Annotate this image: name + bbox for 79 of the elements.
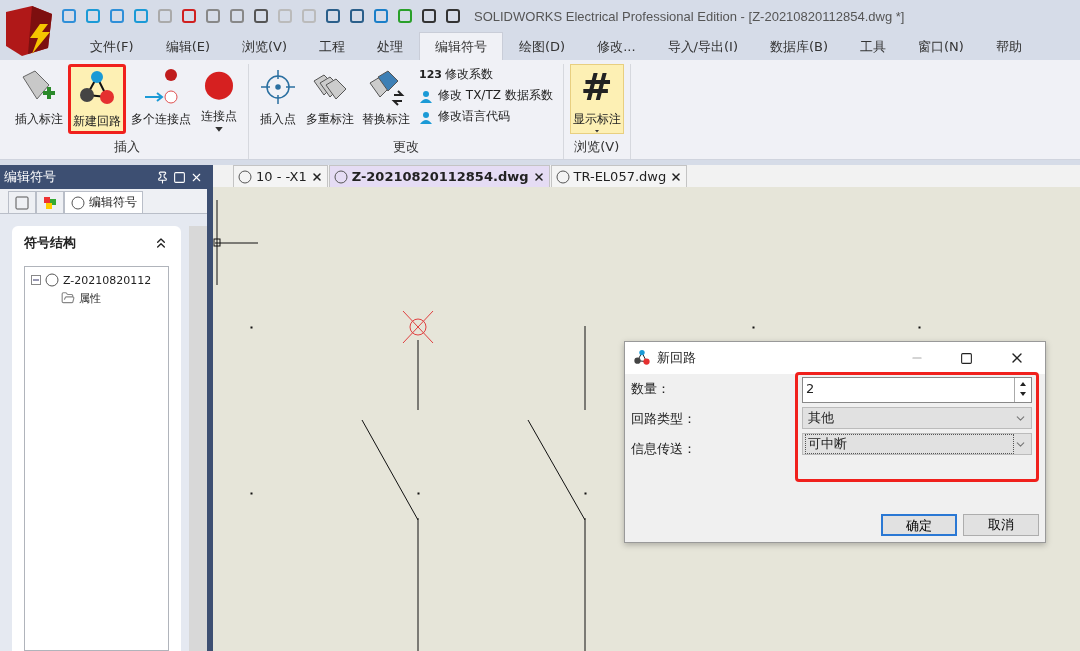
tab-label: TR-EL057.dwg [573, 169, 667, 184]
dialog-button[interactable]: 取消 [963, 514, 1039, 536]
ribbon-tab[interactable]: 浏览(V) [226, 32, 304, 60]
tree-item[interactable]: Z-20210820112 [31, 271, 168, 289]
ribbon-tab[interactable]: 编辑符号 [419, 32, 504, 60]
document-tab[interactable]: Z-20210820112854.dwg [328, 165, 550, 187]
ribbon-small-label: 修改语言代码 [438, 108, 510, 125]
symbol-icon [45, 273, 59, 287]
dialog-button[interactable]: 确定 [881, 514, 957, 536]
close-icon[interactable] [670, 170, 683, 183]
minus-box-icon[interactable] [31, 275, 41, 285]
ribbon-tab[interactable]: 窗口(N) [902, 32, 980, 60]
tab-label: Z-20210820112854.dwg [351, 169, 529, 184]
folder-icon [61, 291, 75, 305]
ribbon-button[interactable]: 替换标注 [359, 64, 413, 134]
layout-icon [14, 194, 30, 211]
close-icon[interactable] [310, 170, 323, 183]
ribbon-button[interactable]: 插入标注 [12, 64, 66, 134]
group-label: 浏览(V) [573, 138, 621, 156]
network-nodes-icon [633, 349, 651, 367]
ribbon-button[interactable]: 新建回路 [68, 64, 126, 134]
crosshair-icon [258, 67, 298, 107]
tab-label: 编辑符号 [89, 194, 137, 211]
symbol-icon [70, 194, 86, 211]
toolbar-icon[interactable] [444, 7, 462, 25]
panel-tab[interactable]: 编辑符号 [64, 191, 143, 213]
caret-icon [215, 127, 223, 133]
dropdown-field[interactable]: 其他 [802, 407, 1032, 429]
tree-item[interactable]: 属性 [31, 289, 168, 307]
ribbon-tab[interactable]: 帮助 [979, 32, 1038, 60]
ribbon-tab[interactable]: 绘图(D) [503, 32, 582, 60]
ribbon-tab[interactable]: 修改... [581, 32, 652, 60]
ribbon-button[interactable]: 多重标注 [303, 64, 357, 134]
close-icon[interactable] [532, 170, 545, 183]
symbol-icon [238, 169, 252, 184]
ribbon-small-button[interactable]: 123 修改系数 [419, 66, 553, 83]
ribbon-button[interactable]: 多个连接点 [128, 64, 194, 134]
symbol-icon [333, 169, 348, 184]
cubes-icon [42, 194, 58, 211]
number-label: 123 [419, 68, 442, 81]
ribbon-tab[interactable]: 处理 [361, 32, 420, 60]
ribbon-button[interactable]: # 显示标注 [569, 64, 624, 134]
tab-label: 10 - -X1 [256, 169, 307, 184]
toolbar-icon[interactable] [252, 7, 270, 25]
field-label: 信息传送： [631, 440, 697, 458]
maximize-icon[interactable] [960, 351, 973, 365]
tree-label: Z-20210820112 [63, 273, 152, 287]
ribbon-tab[interactable]: 文件(F) [74, 32, 150, 60]
panel-tab[interactable] [36, 191, 64, 213]
number-field[interactable]: 2 [802, 377, 1032, 403]
field-label: 回路类型： [631, 410, 697, 428]
document-tab[interactable]: 10 - -X1 [233, 165, 328, 187]
document-tab[interactable]: TR-EL057.dwg [550, 165, 688, 187]
ribbon-tab[interactable]: 数据库(B) [753, 32, 844, 60]
window-title: SOLIDWORKS Electrical Professional Edition - [Z-20210820112854.dwg *] [474, 8, 905, 24]
ribbon-tab[interactable]: 工具 [844, 32, 902, 60]
dialog-title: 新回路 [657, 349, 697, 367]
ribbon-small-label: 修改系数 [444, 66, 493, 83]
pin-icon[interactable] [156, 170, 169, 184]
ribbon-button[interactable]: 插入点 [255, 64, 301, 134]
ribbon-tab[interactable]: 编辑(E) [149, 32, 226, 60]
toolbar-icon[interactable] [348, 7, 366, 25]
group-label: 更改 [391, 138, 420, 156]
toolbar-icon[interactable] [324, 7, 342, 25]
ribbon-tab[interactable]: 导入/导出(I) [651, 32, 754, 60]
caret-icon [592, 130, 601, 133]
dropdown-field[interactable]: 可中断 [802, 433, 1032, 455]
hash-label: # [580, 67, 613, 107]
field-label: 数量： [631, 380, 671, 398]
symbol-icon [555, 169, 570, 184]
ribbon-small-button[interactable]: 修改语言代码 [419, 108, 553, 125]
toolbar-icon[interactable] [420, 7, 438, 25]
ribbon-button[interactable]: 连接点 [196, 64, 242, 134]
group-label: 插入 [113, 138, 141, 156]
ribbon-tab[interactable]: 工程 [303, 32, 362, 60]
toolbar-icon[interactable] [180, 7, 198, 25]
section-title: 符号结构 [24, 234, 76, 252]
panel-title: 编辑符号 [4, 168, 57, 186]
tree-label: 属性 [79, 290, 101, 306]
